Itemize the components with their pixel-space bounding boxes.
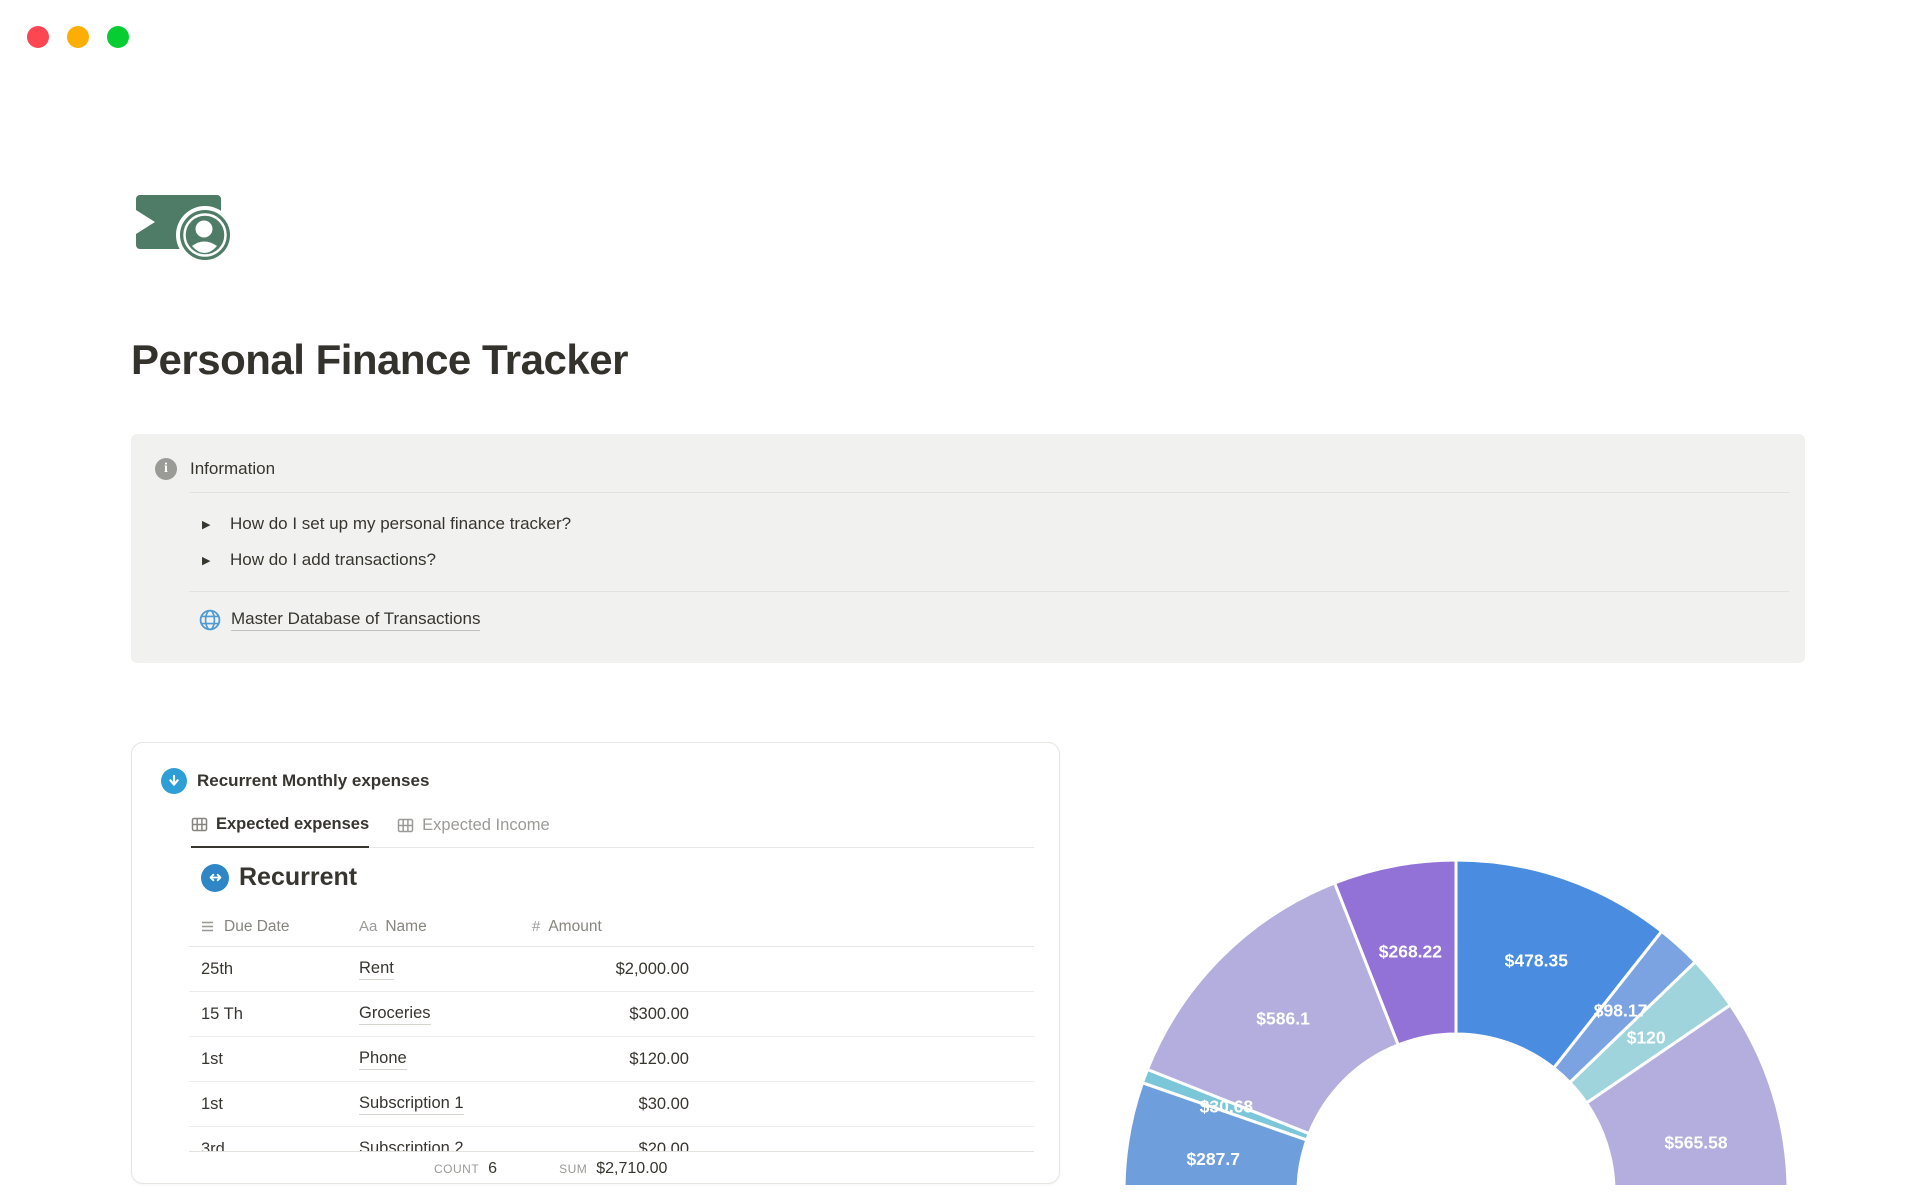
notion-page: Personal Finance Tracker i Information ▶… (0, 0, 1920, 1200)
table-rows: 25th Rent $2,000.00 15 Th Groceries $300.00 1s… (189, 947, 1034, 1151)
cell-name-link[interactable]: Rent (359, 959, 394, 980)
divider (189, 492, 1789, 493)
column-due-date[interactable]: Due Date (189, 918, 359, 936)
column-label: Due Date (224, 917, 290, 935)
slice-label: $30.68 (1200, 1096, 1254, 1116)
table-row[interactable]: 15 Th Groceries $300.00 (189, 992, 1034, 1037)
information-callout: i Information ▶ How do I set up my perso… (131, 434, 1805, 663)
card-header-toggle[interactable]: Recurrent Monthly expenses (161, 768, 429, 794)
down-arrow-circle-icon (161, 768, 187, 794)
left-right-arrows-circle-icon (201, 863, 229, 892)
database-section-header[interactable]: Recurrent (201, 863, 357, 892)
cell-name[interactable]: Groceries (359, 1004, 532, 1025)
cell-name[interactable]: Phone (359, 1049, 532, 1070)
slice-label: $478.35 (1505, 951, 1569, 971)
zoom-window-icon[interactable] (107, 26, 129, 48)
slice-label: $287.7 (1186, 1149, 1240, 1169)
tab-label: Expected Income (422, 816, 550, 834)
cell-name-link[interactable]: Subscription 1 (359, 1094, 464, 1115)
cell-name[interactable]: Rent (359, 959, 532, 980)
page-title: Personal Finance Tracker (131, 336, 628, 383)
tab-expected-expenses[interactable]: Expected expenses (191, 811, 370, 848)
cell-due-date[interactable]: 25th (189, 960, 359, 979)
cell-name-link[interactable]: Groceries (359, 1004, 431, 1025)
view-tabs: Expected expenses Expected Income (191, 811, 1034, 848)
number-type-icon: # (532, 918, 541, 935)
slice-label: $120 (1627, 1028, 1666, 1048)
section-title: Recurrent (239, 863, 358, 891)
minimize-window-icon[interactable] (67, 26, 89, 48)
slice-label: $565.58 (1664, 1133, 1728, 1153)
cell-due-date[interactable]: 1st (189, 1095, 359, 1114)
text-type-icon: Aa (359, 918, 378, 935)
master-database-link[interactable]: Master Database of Transactions (198, 608, 481, 632)
callout-title: Information (190, 459, 276, 478)
cell-amount[interactable]: $120.00 (532, 1050, 689, 1069)
table-calculations-row: COUNT 6 SUM $2,710.00 (189, 1151, 1034, 1183)
select-type-icon (202, 921, 213, 932)
tab-label: Expected expenses (216, 815, 370, 833)
cell-amount[interactable]: $2,000.00 (532, 960, 689, 979)
cell-name[interactable]: Subscription 2 (359, 1139, 532, 1152)
slice-label: $98.17 (1594, 1000, 1648, 1020)
column-label: Amount (548, 917, 602, 935)
divider (189, 591, 1789, 592)
table-header-row: Due Date Aa Name # Amount (189, 907, 1034, 947)
cell-due-date[interactable]: 3rd (189, 1140, 359, 1152)
cell-name-link[interactable]: Subscription 2 (359, 1139, 464, 1152)
table-row[interactable]: 25th Rent $2,000.00 (189, 947, 1034, 992)
cell-name[interactable]: Subscription 1 (359, 1094, 532, 1115)
cell-amount[interactable]: $300.00 (532, 1005, 689, 1024)
card-title: Recurrent Monthly expenses (197, 771, 430, 790)
table-row[interactable]: 3rd Subscription 2 $20.00 (189, 1127, 1034, 1152)
expenses-table: Due Date Aa Name # Amount 25th Rent $2,000… (189, 907, 1034, 1183)
column-label: Name (385, 917, 427, 935)
count-value[interactable]: 6 (488, 1160, 497, 1178)
toggle-label: How do I add transactions? (230, 550, 437, 569)
cell-due-date[interactable]: 1st (189, 1050, 359, 1069)
disclosure-triangle-icon[interactable]: ▶ (202, 518, 214, 531)
slice-label: $586.1 (1256, 1008, 1310, 1028)
disclosure-triangle-icon[interactable]: ▶ (202, 554, 214, 567)
link-label[interactable]: Master Database of Transactions (231, 609, 481, 631)
expenses-donut-chart: $478.35 $98.17 $120 $565.58 $268.22 $586.1 $30… (1120, 858, 1810, 1185)
window-controls (27, 26, 129, 48)
recurrent-expenses-card: Recurrent Monthly expenses Expected expe… (131, 742, 1060, 1184)
cell-amount[interactable]: $20.00 (532, 1140, 689, 1152)
column-name[interactable]: Aa Name (359, 918, 532, 936)
table-row[interactable]: 1st Subscription 1 $30.00 (189, 1082, 1034, 1127)
toggle-label: How do I set up my personal finance trac… (230, 514, 572, 533)
sum-value[interactable]: $2,710.00 (596, 1160, 667, 1178)
page-icon money-icon[interactable] (133, 183, 239, 265)
cell-due-date[interactable]: 15 Th (189, 1005, 359, 1024)
sum-label[interactable]: SUM (559, 1162, 587, 1176)
globe-icon (198, 608, 222, 632)
tab-expected-income[interactable]: Expected Income (397, 811, 550, 848)
close-window-icon[interactable] (27, 26, 49, 48)
slice-label: $268.22 (1379, 941, 1443, 961)
cell-name-link[interactable]: Phone (359, 1049, 407, 1070)
column-amount[interactable]: # Amount (532, 918, 689, 936)
table-row[interactable]: 1st Phone $120.00 (189, 1037, 1034, 1082)
toggle-setup-question[interactable]: ▶ How do I set up my personal finance tr… (202, 512, 571, 536)
toggle-add-transactions-question[interactable]: ▶ How do I add transactions? (202, 548, 436, 572)
info-icon: i (155, 458, 177, 480)
cell-amount[interactable]: $30.00 (532, 1095, 689, 1114)
count-label[interactable]: COUNT (434, 1162, 479, 1176)
